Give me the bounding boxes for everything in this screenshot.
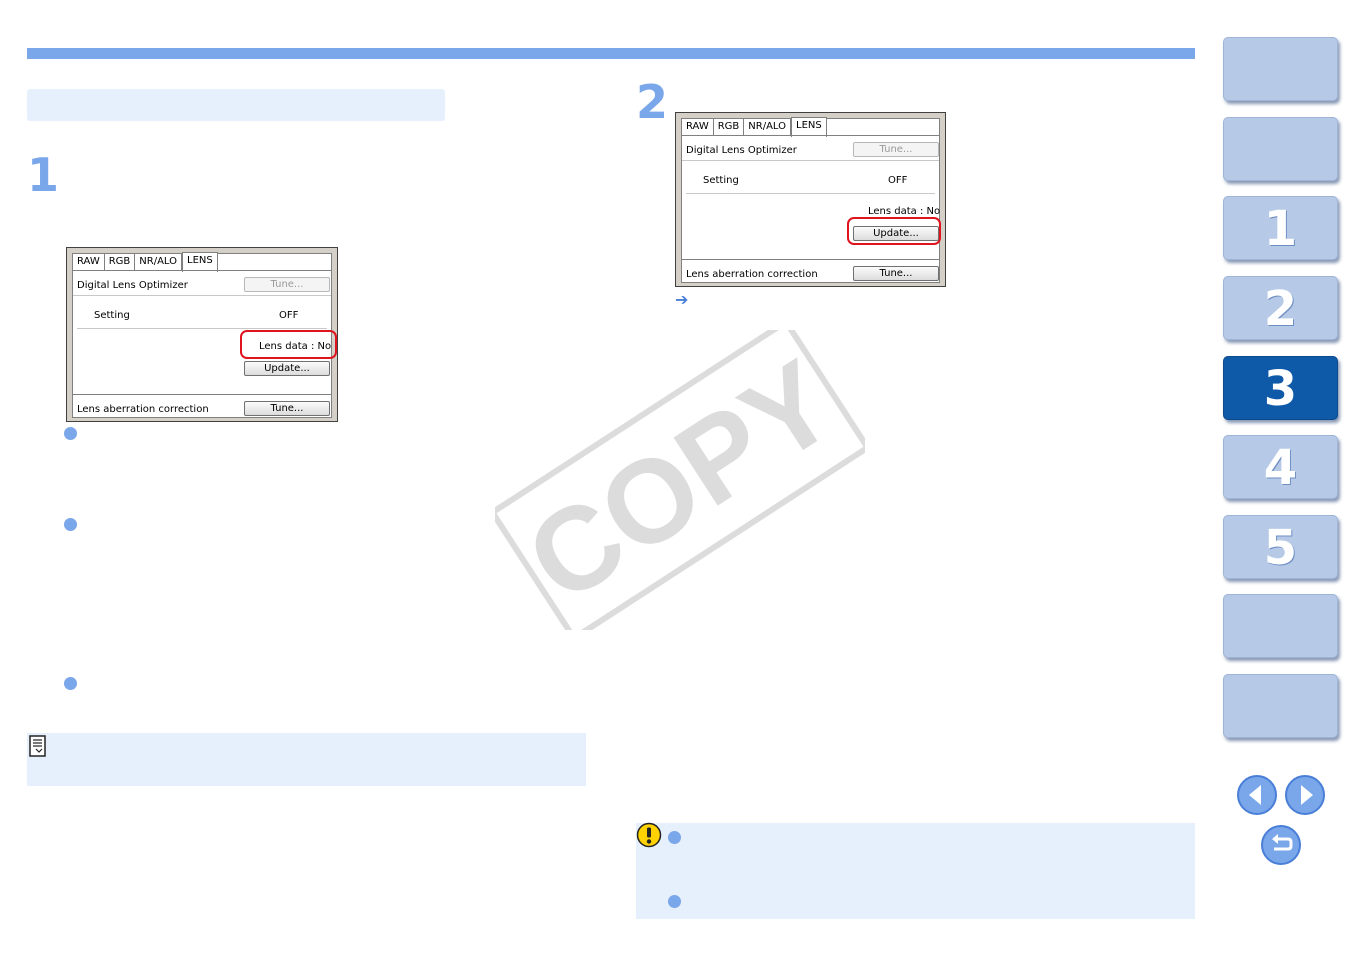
tab-rgb[interactable]: RGB xyxy=(713,119,745,136)
copy-watermark: COPY xyxy=(488,317,872,643)
setting-label: Setting xyxy=(94,310,130,321)
panel-tabs: RAW RGB NR/ALO LENS xyxy=(73,252,218,272)
highlight-ring xyxy=(240,330,337,359)
setting-value: OFF xyxy=(888,175,908,186)
setting-value: OFF xyxy=(279,310,299,321)
svg-text:COPY: COPY xyxy=(505,335,857,628)
bullet-point xyxy=(64,427,77,440)
nav-tab-chapter-1[interactable]: 1 xyxy=(1223,196,1338,260)
nav-tab-contents[interactable] xyxy=(1223,117,1338,181)
aberration-tune-button[interactable]: Tune... xyxy=(853,266,939,281)
caution-box xyxy=(636,823,1195,919)
caution-icon xyxy=(636,822,662,852)
tab-nr-alo[interactable]: NR/ALO xyxy=(135,254,183,271)
note-box xyxy=(27,733,586,786)
tab-lens[interactable]: LENS xyxy=(182,252,218,272)
aberration-tune-button[interactable]: Tune... xyxy=(244,401,330,416)
bullet-point xyxy=(668,831,681,844)
arrow-left-icon xyxy=(1249,785,1261,805)
dlo-label: Digital Lens Optimizer xyxy=(686,145,797,156)
chapter-number: 3 xyxy=(1263,361,1298,417)
bullet-point xyxy=(64,677,77,690)
nav-tab-chapter-3[interactable]: 3 xyxy=(1223,356,1338,420)
highlight-ring xyxy=(847,217,941,245)
arrow-right-icon xyxy=(1301,785,1313,805)
next-page-button[interactable] xyxy=(1285,775,1325,815)
dlo-tune-button[interactable]: Tune... xyxy=(853,142,939,157)
tab-nr-alo[interactable]: NR/ALO xyxy=(744,119,792,136)
nav-tab-chapter-2[interactable]: 2 xyxy=(1223,276,1338,340)
dlo-label: Digital Lens Optimizer xyxy=(77,280,188,291)
aberration-label: Lens aberration correction xyxy=(77,404,209,415)
panel-tabs: RAW RGB NR/ALO LENS xyxy=(682,117,827,137)
tab-rgb[interactable]: RGB xyxy=(104,254,136,271)
bullet-point xyxy=(668,895,681,908)
tab-lens[interactable]: LENS xyxy=(791,117,827,137)
lens-panel-screenshot-2: RAW RGB NR/ALO LENS Digital Lens Optimiz… xyxy=(675,112,946,287)
header-bar xyxy=(27,48,1195,59)
result-arrow-icon: ➔ xyxy=(675,290,689,309)
nav-tab-index[interactable] xyxy=(1223,674,1338,738)
return-button[interactable] xyxy=(1261,825,1301,865)
setting-label: Setting xyxy=(703,175,739,186)
nav-tab-chapter-4[interactable]: 4 xyxy=(1223,435,1338,499)
bullet-point xyxy=(64,518,77,531)
aberration-label: Lens aberration correction xyxy=(686,269,818,280)
prev-page-button[interactable] xyxy=(1237,775,1277,815)
tab-raw[interactable]: RAW xyxy=(73,254,105,271)
dlo-tune-button[interactable]: Tune... xyxy=(244,277,330,292)
chapter-number: 1 xyxy=(1263,201,1298,257)
step-number-2: 2 xyxy=(636,75,669,129)
tab-raw[interactable]: RAW xyxy=(682,119,714,136)
return-icon xyxy=(1272,834,1293,851)
chapter-number: 2 xyxy=(1263,281,1298,337)
chapter-number: 4 xyxy=(1263,440,1298,496)
update-button[interactable]: Update... xyxy=(244,361,330,376)
memo-icon xyxy=(29,735,46,761)
section-title-bar xyxy=(27,89,445,121)
nav-tab-cover[interactable] xyxy=(1223,37,1338,101)
nav-tab-chapter-5[interactable]: 5 xyxy=(1223,515,1338,579)
step-number-1: 1 xyxy=(27,148,60,202)
chapter-number: 5 xyxy=(1263,520,1298,576)
nav-tab-reference[interactable] xyxy=(1223,594,1338,658)
lens-data-status: Lens data : No xyxy=(868,206,941,217)
lens-panel-screenshot-1: RAW RGB NR/ALO LENS Digital Lens Optimiz… xyxy=(66,247,338,422)
